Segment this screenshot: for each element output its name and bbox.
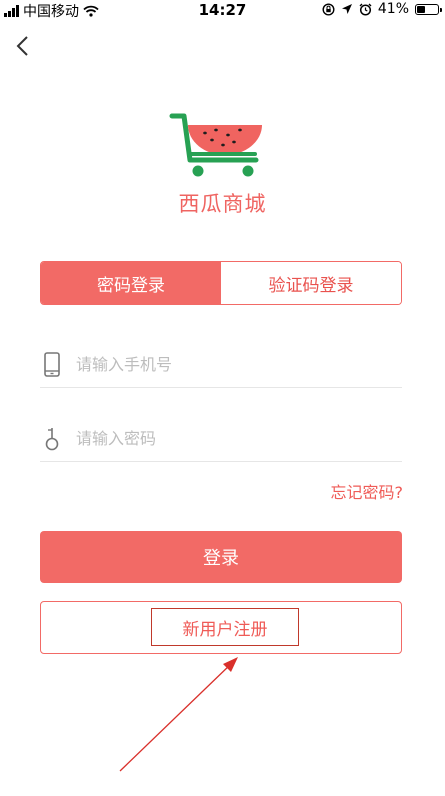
password-field [40, 414, 402, 462]
status-right: 41% [322, 1, 442, 17]
alarm-icon [359, 3, 372, 16]
phone-icon [44, 352, 60, 377]
key-icon [45, 428, 59, 451]
register-button[interactable]: 新用户注册 [40, 601, 402, 654]
location-icon [341, 4, 352, 14]
status-bar: 中国移动 14:27 41% [0, 0, 445, 20]
watermelon-cart-icon [169, 113, 262, 177]
forgot-password-link[interactable]: 忘记密码? [331, 479, 404, 503]
register-label-highlight: 新用户注册 [151, 608, 299, 646]
battery-icon [415, 3, 442, 15]
screen-lock-icon [322, 2, 335, 16]
login-button[interactable]: 登录 [40, 531, 402, 583]
chevron-left-icon[interactable] [12, 34, 36, 58]
phone-input[interactable] [76, 350, 376, 378]
app-name: 西瓜商城 [178, 192, 267, 216]
login-method-tabs: 密码登录 验证码登录 [40, 261, 402, 305]
tab-code-login[interactable]: 验证码登录 [221, 262, 401, 304]
battery-percent: 41% [377, 1, 409, 17]
battery-fill [417, 5, 426, 13]
password-input[interactable] [76, 424, 376, 452]
annotation-arrow [119, 657, 238, 772]
phone-field [40, 340, 402, 388]
tab-password-login[interactable]: 密码登录 [41, 262, 221, 304]
